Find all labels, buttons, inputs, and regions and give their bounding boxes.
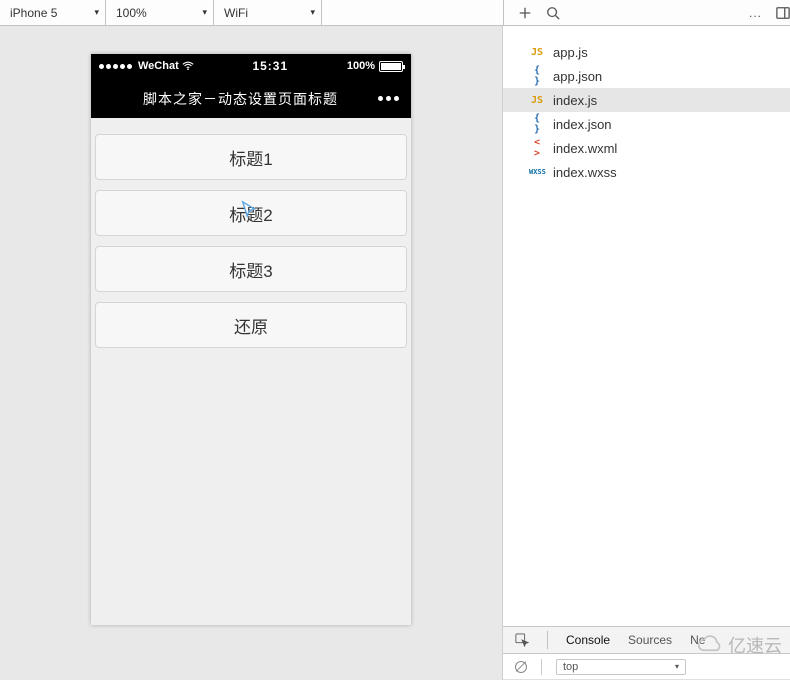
file-row[interactable]: { } app.json bbox=[503, 64, 790, 88]
wifi-icon bbox=[182, 61, 194, 71]
network-select[interactable]: WiFi ▾ bbox=[214, 0, 322, 25]
clock-label: 15:31 bbox=[194, 59, 347, 73]
tab-sources[interactable]: Sources bbox=[628, 633, 672, 647]
title-button-3[interactable]: 标题3 bbox=[95, 246, 407, 292]
file-name: app.js bbox=[553, 45, 588, 60]
chevron-down-icon: ▾ bbox=[94, 7, 99, 18]
carrier-label: WeChat bbox=[138, 60, 179, 72]
file-name: index.json bbox=[553, 117, 612, 132]
file-name: index.js bbox=[553, 93, 597, 108]
app-page-body: 标题1 标题2 标题3 还原 bbox=[91, 118, 411, 625]
nav-menu-icon[interactable] bbox=[378, 96, 399, 101]
tab-console[interactable]: Console bbox=[566, 633, 610, 647]
simulator-toolbar: iPhone 5 ▾ 100% ▾ WiFi ▾ ... bbox=[0, 0, 790, 26]
wxss-file-icon: WXSS bbox=[529, 168, 545, 176]
zoom-select-label: 100% bbox=[116, 6, 147, 20]
title-button-1[interactable]: 标题1 bbox=[95, 134, 407, 180]
json-file-icon: { } bbox=[529, 65, 545, 87]
network-select-label: WiFi bbox=[224, 6, 248, 20]
cloud-icon bbox=[696, 635, 724, 655]
chevron-down-icon: ▾ bbox=[310, 7, 315, 18]
battery-percent-label: 100% bbox=[347, 60, 375, 72]
watermark: 亿速云 bbox=[696, 632, 782, 658]
file-row[interactable]: < > index.wxml bbox=[503, 136, 790, 160]
add-icon[interactable] bbox=[518, 6, 532, 20]
file-explorer: JS app.js { } app.json JS index.js { } i… bbox=[503, 26, 790, 626]
zoom-select[interactable]: 100% ▾ bbox=[106, 0, 214, 25]
device-select-label: iPhone 5 bbox=[10, 6, 57, 20]
watermark-text: 亿速云 bbox=[728, 632, 782, 658]
app-navbar: 脚本之家－动态设置页面标题 bbox=[91, 78, 411, 118]
file-row[interactable]: JS index.js bbox=[503, 88, 790, 112]
toolbar-spacer bbox=[322, 0, 504, 25]
js-file-icon: JS bbox=[529, 47, 545, 58]
right-panel: JS app.js { } app.json JS index.js { } i… bbox=[502, 26, 790, 680]
file-name: index.wxml bbox=[553, 141, 617, 156]
clear-console-icon[interactable] bbox=[515, 661, 527, 673]
context-select[interactable]: top ▾ bbox=[556, 659, 686, 675]
cursor-icon bbox=[240, 200, 258, 218]
simulator-panel: WeChat 15:31 100% 脚本之家－动态设置页面标题 标题1 标题2 … bbox=[0, 26, 502, 680]
files-toolbar: ... bbox=[504, 0, 790, 25]
page-title: 脚本之家－动态设置页面标题 bbox=[103, 89, 378, 109]
element-picker-icon[interactable] bbox=[515, 633, 529, 647]
chevron-down-icon: ▾ bbox=[202, 7, 207, 18]
battery-icon bbox=[379, 61, 403, 72]
reset-button[interactable]: 还原 bbox=[95, 302, 407, 348]
file-row[interactable]: JS app.js bbox=[503, 40, 790, 64]
more-icon[interactable]: ... bbox=[749, 6, 762, 20]
status-bar: WeChat 15:31 100% bbox=[91, 54, 411, 78]
file-row[interactable]: { } index.json bbox=[503, 112, 790, 136]
wxml-file-icon: < > bbox=[529, 137, 545, 159]
signal-dots-icon bbox=[99, 64, 132, 69]
context-select-label: top bbox=[563, 661, 578, 673]
file-row[interactable]: WXSS index.wxss bbox=[503, 160, 790, 184]
search-icon[interactable] bbox=[546, 6, 560, 20]
js-file-icon: JS bbox=[529, 95, 545, 106]
chevron-down-icon: ▾ bbox=[675, 662, 679, 671]
dock-panel-icon[interactable] bbox=[776, 6, 790, 20]
file-name: index.wxss bbox=[553, 165, 617, 180]
device-select[interactable]: iPhone 5 ▾ bbox=[0, 0, 106, 25]
phone-frame: WeChat 15:31 100% 脚本之家－动态设置页面标题 标题1 标题2 … bbox=[91, 54, 411, 625]
json-file-icon: { } bbox=[529, 113, 545, 135]
file-name: app.json bbox=[553, 69, 602, 84]
